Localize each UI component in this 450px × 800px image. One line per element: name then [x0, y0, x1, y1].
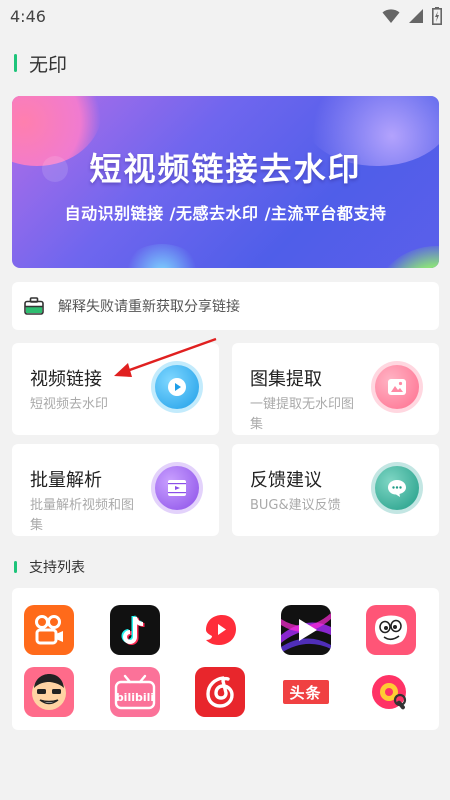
zuiyou-logo[interactable]: [24, 667, 74, 717]
app-header: 无印: [14, 52, 68, 76]
platform-list: bilibili 头条: [12, 588, 439, 730]
section-accent-bar: [14, 561, 17, 573]
feature-description: BUG&建议反馈: [250, 498, 341, 513]
page-title: 无印: [29, 53, 68, 76]
toutiao-logo[interactable]: 头条: [280, 667, 331, 717]
weishi-logo[interactable]: [195, 605, 245, 655]
promo-banner[interactable]: 短视频链接去水印 自动识别链接 /无感去水印 /主流平台都支持: [12, 96, 439, 268]
toutiao-label: 头条: [289, 683, 322, 702]
pipigaoxiao-logo[interactable]: [366, 667, 416, 717]
feature-card-image-gallery[interactable]: 图集提取 一键提取无水印图集: [232, 343, 439, 435]
kuaishou-logo[interactable]: [24, 605, 74, 655]
briefcase-icon: [24, 297, 44, 315]
pipixia-logo[interactable]: [366, 605, 416, 655]
xigua-video-logo[interactable]: [280, 605, 331, 655]
banner-title: 短视频链接去水印: [89, 150, 362, 188]
status-bar: 4:46: [0, 0, 450, 32]
banner-subtitle: 自动识别链接 /无感去水印 /主流平台都支持: [64, 204, 387, 223]
feature-card-video-link[interactable]: 视频链接 短视频去水印: [12, 343, 219, 435]
svg-text:bilibili: bilibili: [115, 691, 153, 704]
notice-bar[interactable]: 解释失败请重新获取分享链接: [12, 282, 439, 330]
play-video-icon: [151, 361, 203, 413]
bilibili-logo[interactable]: bilibili: [109, 667, 160, 717]
feature-title: 视频链接: [30, 369, 102, 390]
chat-bubble-icon: [371, 462, 423, 514]
feature-title: 批量解析: [30, 470, 102, 491]
feature-title: 图集提取: [250, 369, 322, 390]
feature-description: 批量解析视频和图集: [30, 498, 135, 533]
notice-text: 解释失败请重新获取分享链接: [58, 299, 240, 315]
feature-title: 反馈建议: [250, 470, 322, 491]
signal-icon: [409, 9, 423, 23]
douyin-logo[interactable]: [109, 605, 160, 655]
film-icon: [151, 462, 203, 514]
feature-description: 短视频去水印: [30, 397, 109, 412]
netease-cloud-music-logo[interactable]: [195, 667, 245, 717]
feature-card-batch-parse[interactable]: 批量解析 批量解析视频和图集: [12, 444, 219, 536]
title-accent-bar: [14, 54, 17, 72]
section-title: 支持列表: [29, 560, 85, 576]
image-gallery-icon: [371, 361, 423, 413]
battery-icon: [432, 7, 442, 25]
status-icons: [382, 7, 442, 25]
status-time: 4:46: [10, 6, 46, 26]
wifi-icon: [382, 9, 400, 23]
support-section-header: 支持列表: [14, 557, 85, 577]
feature-card-feedback[interactable]: 反馈建议 BUG&建议反馈: [232, 444, 439, 536]
banner-decor-blob: [372, 246, 439, 268]
feature-description: 一键提取无水印图集: [250, 397, 355, 432]
banner-decor-blob: [122, 244, 202, 268]
